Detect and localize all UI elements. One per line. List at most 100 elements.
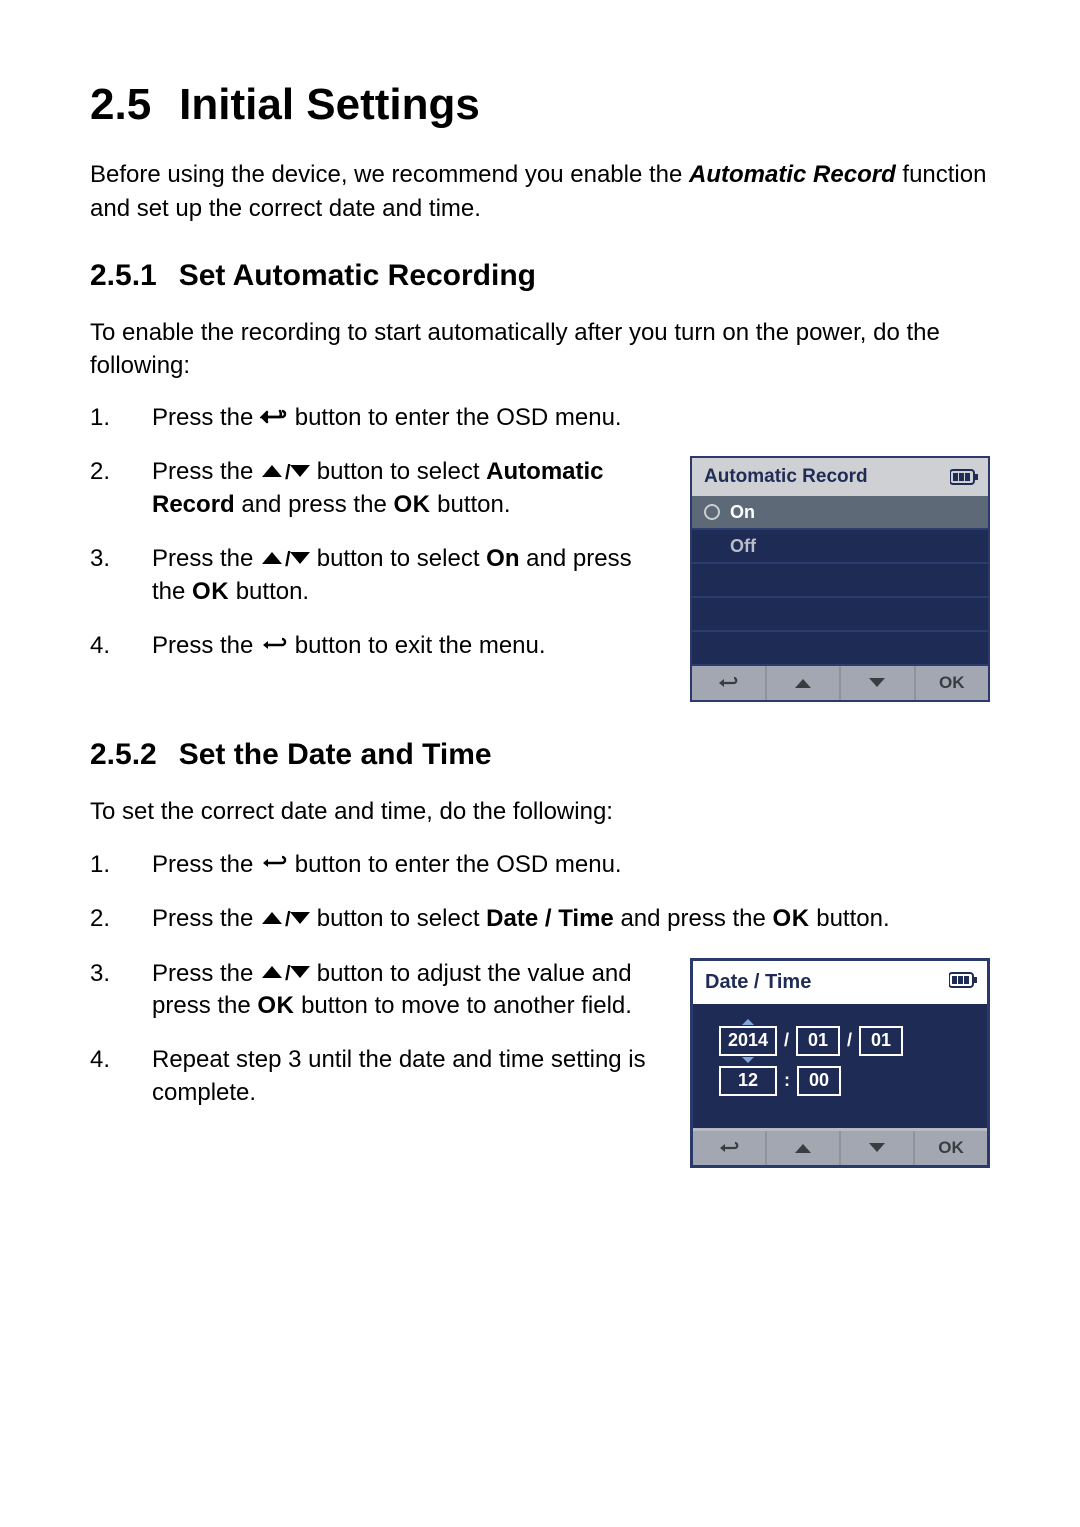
battery-icon: [950, 469, 978, 485]
text-frag: and press the: [614, 905, 773, 932]
day-field[interactable]: 01: [859, 1026, 903, 1056]
return-icon: [260, 853, 288, 873]
osd-empty-row: [692, 598, 988, 632]
osd-ok-button[interactable]: OK: [916, 666, 989, 700]
step-4: 4. Repeat step 3 until the date and time…: [90, 1044, 654, 1109]
svg-text:/: /: [285, 462, 291, 480]
step-1: 1. Press the button to enter the OSD men…: [90, 849, 990, 881]
osd-titlebar: Date / Time: [693, 961, 987, 1004]
section-number: 2.5: [90, 80, 151, 130]
minute-value: 00: [809, 1070, 829, 1091]
year-value: 2014: [728, 1030, 768, 1051]
text-frag: button to select: [317, 545, 486, 572]
osd-empty-row: [692, 564, 988, 598]
osd-up-button[interactable]: [767, 1131, 841, 1165]
sec2-paragraph: To set the correct date and time, do the…: [90, 796, 990, 828]
step-number: 2.: [90, 456, 116, 521]
osd-item-label: On: [730, 502, 755, 523]
sec1-steps-234: 2. Press the / button to select Automati…: [90, 456, 654, 702]
step-number: 2.: [90, 903, 116, 935]
subsection-number: 2.5.1: [90, 259, 157, 293]
year-field[interactable]: 2014: [719, 1026, 777, 1056]
ok-label: OK: [938, 1138, 964, 1158]
osd-empty-row: [692, 632, 988, 666]
sec2-steps-12: 1. Press the button to enter the OSD men…: [90, 849, 990, 936]
text-frag: Press the: [152, 960, 260, 987]
section-title: Initial Settings: [179, 80, 480, 130]
month-field[interactable]: 01: [796, 1026, 840, 1056]
text-frag: button to enter the OSD menu.: [295, 404, 622, 431]
intro-bold-italic: Automatic Record: [689, 161, 896, 188]
step-number: 4.: [90, 1044, 116, 1109]
osd-body: 2014 / 01 / 01 12 : 00: [693, 1004, 987, 1128]
osd-title: Date / Time: [705, 971, 811, 994]
osd-back-button[interactable]: [692, 666, 767, 700]
slash-separator: /: [784, 1030, 789, 1051]
return-icon: [260, 407, 288, 427]
step-2: 2. Press the / button to select Date / T…: [90, 903, 990, 935]
hour-value: 12: [738, 1070, 758, 1091]
osd-item-off[interactable]: Off: [692, 530, 988, 564]
step-text: Press the / button to select On and pres…: [152, 543, 654, 608]
text-frag: button to exit the menu.: [295, 632, 546, 659]
sec1-paragraph: To enable the recording to start automat…: [90, 317, 990, 382]
step-4: 4. Press the button to exit the menu.: [90, 630, 654, 662]
return-icon: [260, 635, 288, 655]
step-text: Press the / button to select Automatic R…: [152, 456, 654, 521]
up-down-icon: /: [260, 462, 310, 480]
sec2-steps-34: 3. Press the / button to adjust the valu…: [90, 958, 654, 1168]
up-down-icon: /: [260, 549, 310, 567]
step-number: 3.: [90, 543, 116, 608]
intro-paragraph: Before using the device, we recommend yo…: [90, 158, 990, 225]
text-bold: Date / Time: [486, 905, 614, 932]
minute-field[interactable]: 00: [797, 1066, 841, 1096]
osd-ok-button[interactable]: OK: [915, 1131, 987, 1165]
text-frag: Press the: [152, 404, 260, 431]
text-frag: button.: [437, 491, 510, 518]
ok-icon: OK: [192, 578, 229, 605]
hour-field[interactable]: 12: [719, 1066, 777, 1096]
text-frag: button to select: [317, 458, 486, 485]
text-frag: Press the: [152, 545, 260, 572]
day-value: 01: [871, 1030, 891, 1051]
osd-date-time-screenshot: Date / Time 2014 / 01 / 01 12 : 00: [690, 958, 990, 1168]
step-text: Press the button to exit the menu.: [152, 630, 654, 662]
up-down-icon: /: [260, 909, 310, 927]
text-bold: On: [486, 545, 519, 572]
osd-down-button[interactable]: [841, 1131, 915, 1165]
subsection-number: 2.5.2: [90, 738, 157, 772]
osd-title: Automatic Record: [704, 466, 868, 488]
date-row: 2014 / 01 / 01: [719, 1026, 971, 1056]
step-number: 1.: [90, 402, 116, 434]
step-3: 3. Press the / button to adjust the valu…: [90, 958, 654, 1023]
subsection-heading-2: 2.5.2 Set the Date and Time: [90, 738, 990, 772]
up-down-icon: /: [260, 963, 310, 981]
text-frag: button.: [816, 905, 889, 932]
ok-icon: OK: [257, 992, 294, 1019]
osd-item-on[interactable]: On: [692, 496, 988, 530]
text-frag: button to enter the OSD menu.: [295, 851, 622, 878]
text-frag: Press the: [152, 458, 260, 485]
osd-titlebar: Automatic Record: [692, 458, 988, 496]
step-number: 1.: [90, 849, 116, 881]
ok-icon: OK: [393, 491, 430, 518]
step-number: 4.: [90, 630, 116, 662]
text-frag: button to select: [317, 905, 486, 932]
osd-back-button[interactable]: [693, 1131, 767, 1165]
svg-text:/: /: [285, 963, 291, 981]
intro-pre: Before using the device, we recommend yo…: [90, 161, 689, 188]
text-frag: Press the: [152, 632, 260, 659]
slash-separator: /: [847, 1030, 852, 1051]
month-value: 01: [808, 1030, 828, 1051]
text-frag: and press the: [235, 491, 394, 518]
step-text: Press the button to enter the OSD menu.: [152, 402, 990, 434]
radio-icon: [704, 504, 720, 520]
step-number: 3.: [90, 958, 116, 1023]
osd-up-button[interactable]: [767, 666, 842, 700]
step-text: Repeat step 3 until the date and time se…: [152, 1044, 654, 1109]
text-frag: button.: [236, 578, 309, 605]
subsection-title: Set Automatic Recording: [179, 259, 536, 293]
osd-down-button[interactable]: [841, 666, 916, 700]
text-frag: Press the: [152, 905, 260, 932]
step-text: Press the / button to select Date / Time…: [152, 903, 990, 935]
